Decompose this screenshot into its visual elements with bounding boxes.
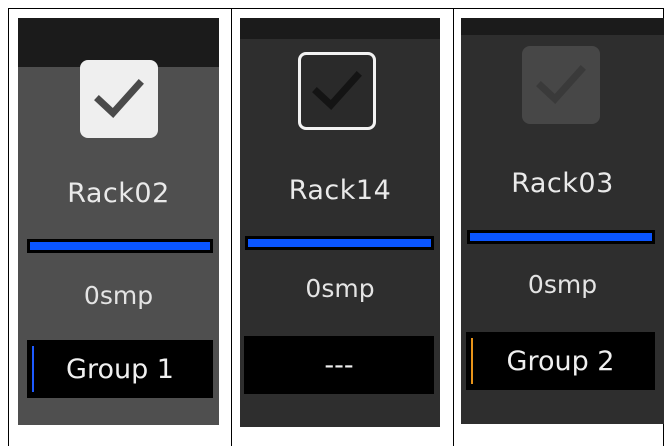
group-selector[interactable]: Group 1 <box>27 340 213 398</box>
channel-checkbox[interactable] <box>298 52 376 130</box>
level-meter <box>245 236 434 250</box>
group-label: --- <box>324 349 354 381</box>
group-color-indicator <box>471 338 473 384</box>
checkmark-icon <box>536 65 586 104</box>
level-meter-fill <box>470 233 652 241</box>
column-divider <box>231 8 232 446</box>
channel-panel-rack02: Rack02 0smp Group 1 <box>18 18 219 425</box>
level-meter <box>467 230 655 244</box>
column-divider <box>8 8 9 446</box>
checkmark-icon <box>94 79 144 118</box>
level-meter <box>27 239 213 253</box>
panel-header-bar <box>461 18 664 35</box>
checkmark-icon <box>312 71 362 110</box>
delay-value: 0smp <box>83 281 154 310</box>
panel-header-bar <box>240 18 440 39</box>
table-top-border <box>8 8 664 9</box>
group-selector[interactable]: --- <box>244 336 434 394</box>
group-selector[interactable]: Group 2 <box>466 332 655 390</box>
channel-checkbox[interactable] <box>80 60 158 138</box>
level-meter-fill <box>248 239 431 247</box>
level-meter-fill <box>30 242 210 250</box>
group-label: Group 2 <box>506 345 615 377</box>
group-label: Group 1 <box>66 353 174 385</box>
channel-name: Rack03 <box>511 168 614 199</box>
channel-panel-rack03: Rack03 0smp Group 2 <box>461 18 664 424</box>
delay-value: 0smp <box>527 270 598 299</box>
group-color-indicator <box>32 346 34 392</box>
delay-value: 0smp <box>305 274 375 303</box>
channel-checkbox[interactable] <box>522 46 600 124</box>
channel-name: Rack14 <box>288 175 392 206</box>
column-divider <box>453 8 454 446</box>
rack-channel-strip-comparison: Rack02 0smp Group 1 Rack14 0smp --- Rack… <box>0 0 664 446</box>
channel-name: Rack02 <box>67 178 170 209</box>
channel-panel-rack14: Rack14 0smp --- <box>240 18 440 427</box>
